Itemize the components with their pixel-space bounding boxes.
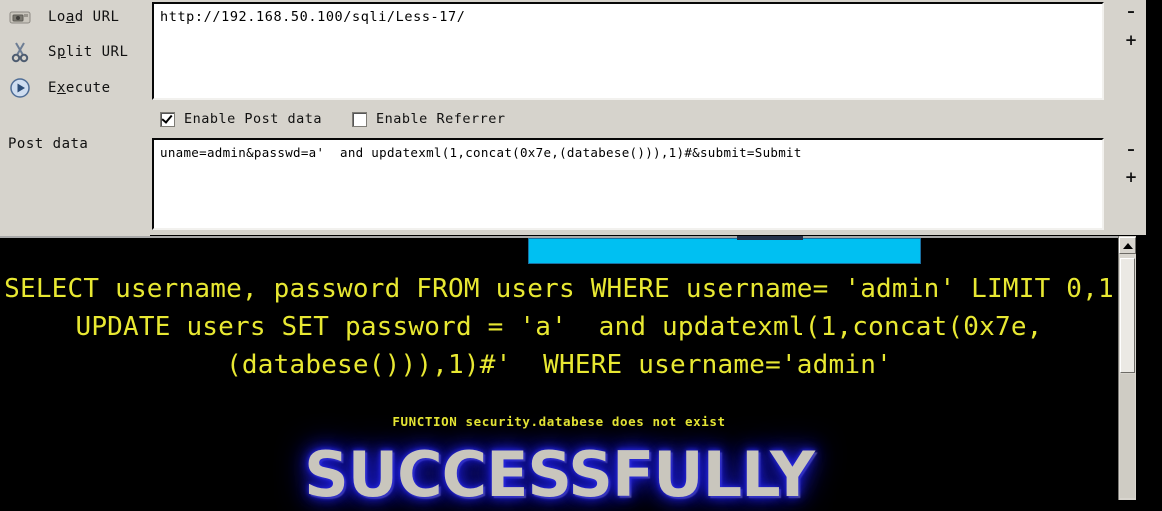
hackbar-panel: Load URL Split URL Execute Post data htt… xyxy=(0,0,1162,236)
sql-output-line-3: (databese())),1)#' WHERE username='admin… xyxy=(226,350,892,380)
load-url-label: Load URL xyxy=(48,8,120,25)
post-font-decrease-button[interactable]: – xyxy=(1118,142,1144,157)
hackbar-button-column: Load URL Split URL Execute Post data xyxy=(0,0,150,236)
load-url-button[interactable]: Load URL xyxy=(0,0,150,33)
enable-referrer-checkbox-box[interactable] xyxy=(352,111,368,127)
enable-post-data-checkbox-box[interactable] xyxy=(160,111,175,127)
chevron-up-icon xyxy=(1122,242,1133,249)
vertical-scrollbar[interactable] xyxy=(1118,236,1136,500)
split-url-label: Split URL xyxy=(48,43,129,60)
successfully-banner: SUCCESSFULLY xyxy=(304,438,815,511)
execute-label: Execute xyxy=(48,79,111,96)
navy-accent-strip xyxy=(737,236,803,240)
url-input-value: http://192.168.50.100/sqli/Less-17/ xyxy=(160,9,466,25)
url-font-decrease-button[interactable]: – xyxy=(1118,4,1144,19)
enable-referrer-checkbox[interactable]: Enable Referrer xyxy=(352,111,505,127)
scissors-icon xyxy=(6,41,34,63)
hackbar-options-row: Enable Post data Enable Referrer xyxy=(160,109,535,129)
highlight-band xyxy=(528,238,921,264)
url-input[interactable]: http://192.168.50.100/sqli/Less-17/ xyxy=(152,2,1104,100)
split-url-button[interactable]: Split URL xyxy=(0,35,150,68)
enable-post-data-checkbox[interactable]: Enable Post data xyxy=(160,111,322,127)
scrollbar-track[interactable] xyxy=(1120,374,1135,498)
sql-output-line-1: SELECT username, password FROM users WHE… xyxy=(4,274,1114,304)
output-right-padding xyxy=(1136,236,1162,500)
scrollbar-thumb[interactable] xyxy=(1120,258,1135,373)
url-font-increase-button[interactable]: + xyxy=(1118,33,1144,48)
enable-post-data-label: Enable Post data xyxy=(184,111,323,127)
execute-button[interactable]: Execute xyxy=(0,71,150,104)
sql-output-line-2: UPDATE users SET password = 'a' and upda… xyxy=(75,312,1043,342)
post-data-input-value: uname=admin&passwd=a' and updatexml(1,co… xyxy=(160,145,802,160)
post-data-label: Post data xyxy=(8,136,89,152)
hackbar-right-padding xyxy=(1146,0,1162,236)
execute-play-icon xyxy=(6,77,34,99)
post-data-input[interactable]: uname=admin&passwd=a' and updatexml(1,co… xyxy=(152,138,1104,230)
scroll-up-arrow-button[interactable] xyxy=(1119,237,1136,254)
enable-referrer-label: Enable Referrer xyxy=(376,111,506,127)
post-font-increase-button[interactable]: + xyxy=(1118,170,1144,185)
sql-error-message: FUNCTION security.databese does not exis… xyxy=(392,414,726,429)
load-url-icon xyxy=(6,6,34,28)
